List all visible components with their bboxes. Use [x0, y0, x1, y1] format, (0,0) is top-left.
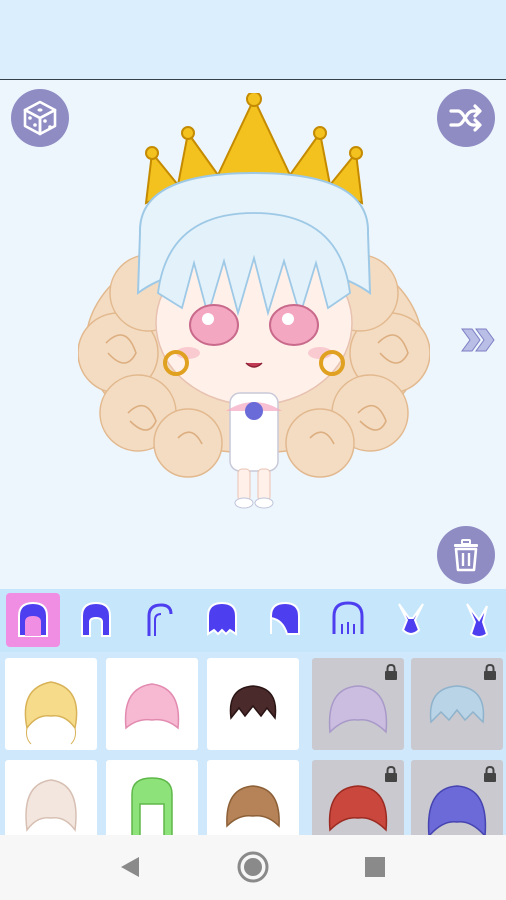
lock-icon	[385, 766, 397, 782]
hair-thumbnail-icon	[24, 681, 78, 745]
hair-option-locked[interactable]	[312, 760, 404, 835]
hair-back-half-icon	[81, 601, 111, 637]
system-navbar	[0, 835, 506, 900]
hair-option[interactable]	[106, 658, 198, 750]
tab-bangs-side[interactable]	[258, 593, 312, 647]
avatar-stage	[0, 81, 506, 589]
recents-square-icon	[365, 857, 385, 877]
hair-option[interactable]	[5, 760, 97, 835]
bangs-side-icon	[270, 601, 300, 635]
nav-back-button[interactable]	[110, 849, 150, 885]
hair-thumbnail-icon	[226, 785, 280, 828]
random-button[interactable]	[11, 89, 69, 147]
tab-bangs-outline[interactable]	[321, 593, 375, 647]
hair-thumbnail-icon	[131, 777, 173, 835]
tab-ears-bunny-alt[interactable]	[450, 593, 504, 647]
tab-ears-bunny[interactable]	[384, 593, 438, 647]
hair-option-locked[interactable]	[411, 760, 503, 835]
tab-hair-back-half[interactable]	[69, 593, 123, 647]
hair-option[interactable]	[207, 658, 299, 750]
tab-hair-side[interactable]	[132, 593, 186, 647]
hair-thumbnail-icon	[124, 683, 180, 730]
nav-recents-button[interactable]	[355, 849, 395, 885]
dice-icon	[23, 100, 57, 136]
hair-side-icon	[147, 603, 173, 636]
bangs-outline-icon	[332, 601, 364, 634]
bunny-ears-icon	[398, 603, 424, 635]
lock-icon	[385, 664, 397, 680]
back-triangle-icon	[121, 857, 139, 877]
home-circle-icon	[237, 851, 269, 883]
hair-thumbnail-icon	[229, 685, 277, 720]
hair-options-grid	[0, 652, 506, 835]
hair-option[interactable]	[106, 760, 198, 835]
hair-option-locked[interactable]	[312, 658, 404, 750]
hair-option-locked[interactable]	[411, 658, 503, 750]
status-area	[0, 0, 506, 80]
shuffle-button[interactable]	[437, 89, 495, 147]
lock-icon	[484, 664, 496, 680]
double-chevron-right-icon[interactable]	[458, 324, 498, 356]
tab-bangs-full[interactable]	[195, 593, 249, 647]
nav-home-button[interactable]	[233, 849, 273, 885]
bunny-ears-alt-icon	[466, 603, 489, 638]
trash-icon	[454, 539, 478, 572]
avatar-character	[78, 93, 430, 509]
delete-button[interactable]	[437, 526, 495, 584]
tab-hair-back-full[interactable]	[6, 593, 60, 647]
hair-option[interactable]	[207, 760, 299, 835]
hair-back-full-icon	[18, 601, 48, 637]
bangs-full-icon	[207, 601, 237, 636]
shuffle-icon	[449, 104, 482, 132]
category-tabbar	[0, 589, 506, 652]
hair-option[interactable]	[5, 658, 97, 750]
hair-thumbnail-icon	[25, 779, 77, 832]
lock-icon	[484, 766, 496, 782]
